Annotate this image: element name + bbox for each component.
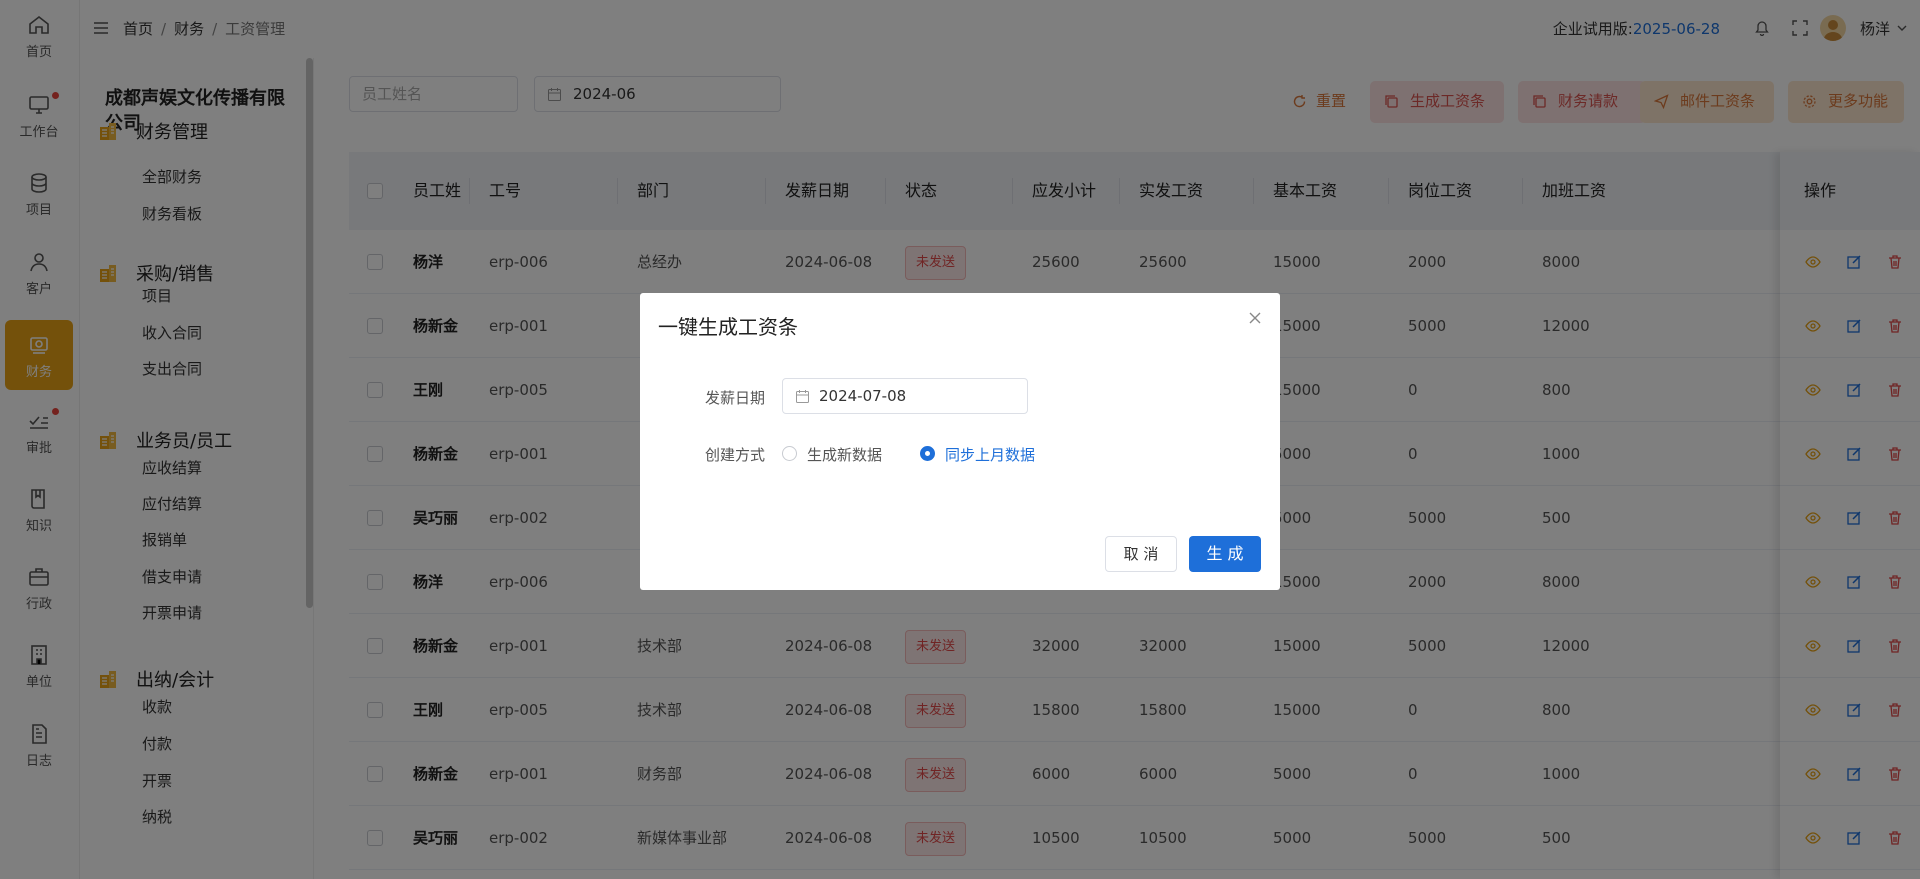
dialog-title: 一键生成工资条 (658, 315, 798, 339)
generate-payslip-dialog: 一键生成工资条 发薪日期 2024-07-08 创建方式 生成新数据 同步上月数… (640, 293, 1280, 590)
generate-button[interactable]: 生 成 (1189, 536, 1261, 572)
calendar-icon (796, 390, 809, 403)
radio-sync-last-month[interactable]: 同步上月数据 (920, 444, 1035, 465)
pay-date-label: 发薪日期 (705, 389, 766, 407)
radio-dot (782, 446, 797, 461)
create-mode-label: 创建方式 (705, 446, 766, 464)
radio-dot (920, 446, 935, 461)
radio-generate-new[interactable]: 生成新数据 (782, 444, 882, 465)
pay-date-value: 2024-07-08 (819, 387, 907, 405)
cancel-button[interactable]: 取 消 (1105, 536, 1177, 572)
pay-date-picker[interactable]: 2024-07-08 (782, 378, 1028, 414)
close-icon[interactable] (1248, 311, 1262, 325)
